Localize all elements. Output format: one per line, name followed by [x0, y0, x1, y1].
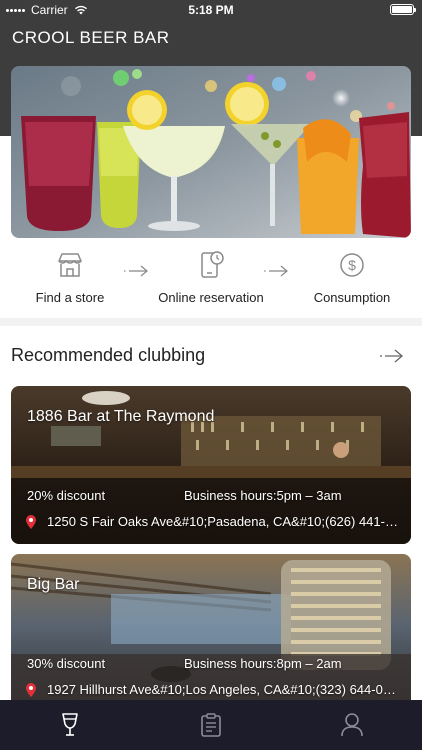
- reservation-icon: [201, 251, 224, 278]
- club-address-row: 1927 Hillhurst Ave&#10;Los Angeles, CA&#…: [25, 682, 401, 697]
- online-reservation-label: Online reservation: [158, 290, 264, 305]
- club-name: Big Bar: [27, 576, 80, 593]
- tab-bars[interactable]: [0, 700, 141, 750]
- dollar-icon: $: [340, 253, 364, 277]
- arrow-right-icon: [124, 265, 148, 277]
- store-icon: [58, 253, 82, 277]
- battery-icon: [390, 4, 416, 15]
- see-more-arrow-icon[interactable]: [380, 348, 404, 364]
- location-pin-icon: [26, 682, 36, 697]
- tab-orders[interactable]: [141, 700, 282, 750]
- app-title: CROOL BEER BAR: [12, 28, 170, 47]
- tab-bar: [0, 700, 422, 750]
- online-reservation-button[interactable]: Online reservation: [141, 250, 281, 305]
- tab-profile[interactable]: [281, 700, 422, 750]
- arrow-right-icon: [264, 265, 288, 277]
- club-discount: 30% discount: [27, 656, 106, 671]
- consumption-button[interactable]: $ Consumption: [282, 250, 422, 305]
- club-address: 1250 S Fair Oaks Ave&#10;Pasadena, CA&#1…: [47, 514, 401, 529]
- svg-text:$: $: [348, 257, 356, 273]
- consumption-label: Consumption: [313, 290, 391, 305]
- find-a-store-label: Find a store: [35, 290, 105, 305]
- location-pin-icon: [26, 514, 36, 529]
- club-address-row: 1250 S Fair Oaks Ave&#10;Pasadena, CA&#1…: [25, 514, 401, 529]
- find-a-store-button[interactable]: Find a store: [0, 250, 140, 305]
- club-address: 1927 Hillhurst Ave&#10;Los Angeles, CA&#…: [47, 682, 401, 697]
- club-card[interactable]: Big Bar 30% discount Business hours:8pm …: [11, 554, 411, 712]
- section-title: Recommended clubbing: [11, 345, 206, 365]
- profile-icon: [340, 713, 363, 737]
- club-name: 1886 Bar at The Raymond: [27, 408, 215, 425]
- quick-actions: Find a store Online reservation $ Consum…: [0, 250, 422, 318]
- club-discount: 20% discount: [27, 488, 106, 503]
- club-hours: Business hours:8pm – 2am: [184, 656, 342, 671]
- bar-glass-icon: [62, 713, 79, 736]
- club-card[interactable]: 1886 Bar at The Raymond 20% discount Bus…: [11, 386, 411, 544]
- status-bar: Carrier 5:18 PM: [0, 0, 422, 20]
- club-hours: Business hours:5pm – 3am: [184, 488, 342, 503]
- status-time: 5:18 PM: [188, 3, 234, 17]
- clipboard-icon: [201, 713, 221, 737]
- cocktail-banner-image[interactable]: [11, 66, 411, 238]
